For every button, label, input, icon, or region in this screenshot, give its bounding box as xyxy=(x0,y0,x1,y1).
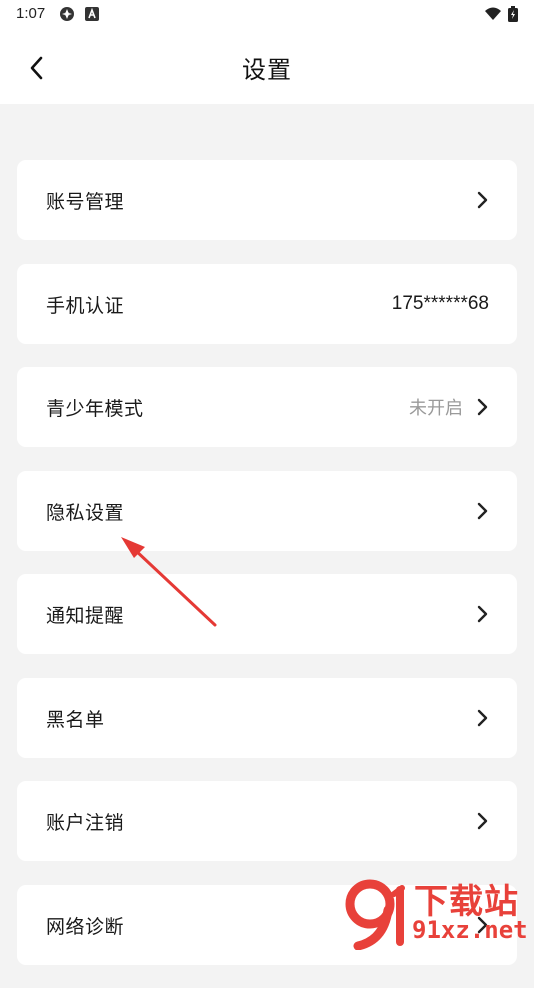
settings-item-notifications[interactable]: 通知提醒 xyxy=(17,574,517,654)
settings-list: 账号管理 手机认证 175******68 青少年模式 未开启 隐私设置 通知提… xyxy=(17,160,517,988)
settings-item-privacy[interactable]: 隐私设置 xyxy=(17,470,517,551)
status-bar: 1:07 xyxy=(0,0,534,28)
chevron-right-icon xyxy=(477,916,488,933)
settings-item-phone-verification[interactable]: 手机认证 175******68 xyxy=(17,263,517,344)
wifi-icon xyxy=(485,7,501,20)
settings-item-blacklist[interactable]: 黑名单 xyxy=(17,677,517,758)
battery-icon xyxy=(508,6,518,22)
phone-number-value: 175******68 xyxy=(391,292,489,314)
settings-item-network-diagnosis[interactable]: 网络诊断 xyxy=(17,884,517,965)
settings-item-label: 账号管理 xyxy=(46,191,125,213)
status-time: 1:07 xyxy=(16,5,46,22)
settings-item-label: 黑名单 xyxy=(46,708,105,731)
chevron-right-icon xyxy=(477,502,488,519)
page-title: 设置 xyxy=(242,56,292,84)
settings-item-account-management[interactable]: 账号管理 xyxy=(17,160,517,240)
chevron-right-icon xyxy=(477,191,488,209)
settings-item-label: 账户注销 xyxy=(46,812,125,834)
settings-item-account-deletion[interactable]: 账户注销 xyxy=(17,781,517,861)
settings-item-label: 手机认证 xyxy=(46,294,125,317)
nav-bar: 设置 xyxy=(0,28,534,104)
youth-mode-status: 未开启 xyxy=(409,398,463,419)
settings-item-label: 通知提醒 xyxy=(46,605,125,627)
chevron-right-icon xyxy=(477,605,488,623)
app-a-icon xyxy=(85,7,99,21)
chevron-right-icon xyxy=(477,812,488,830)
settings-item-youth-mode[interactable]: 青少年模式 未开启 xyxy=(17,367,517,447)
chevron-right-icon xyxy=(477,398,488,416)
chevron-right-icon xyxy=(477,709,488,726)
app-notification-icon xyxy=(60,7,74,21)
settings-item-label: 隐私设置 xyxy=(46,501,125,524)
settings-item-label: 青少年模式 xyxy=(46,398,144,420)
settings-item-label: 网络诊断 xyxy=(46,915,125,938)
